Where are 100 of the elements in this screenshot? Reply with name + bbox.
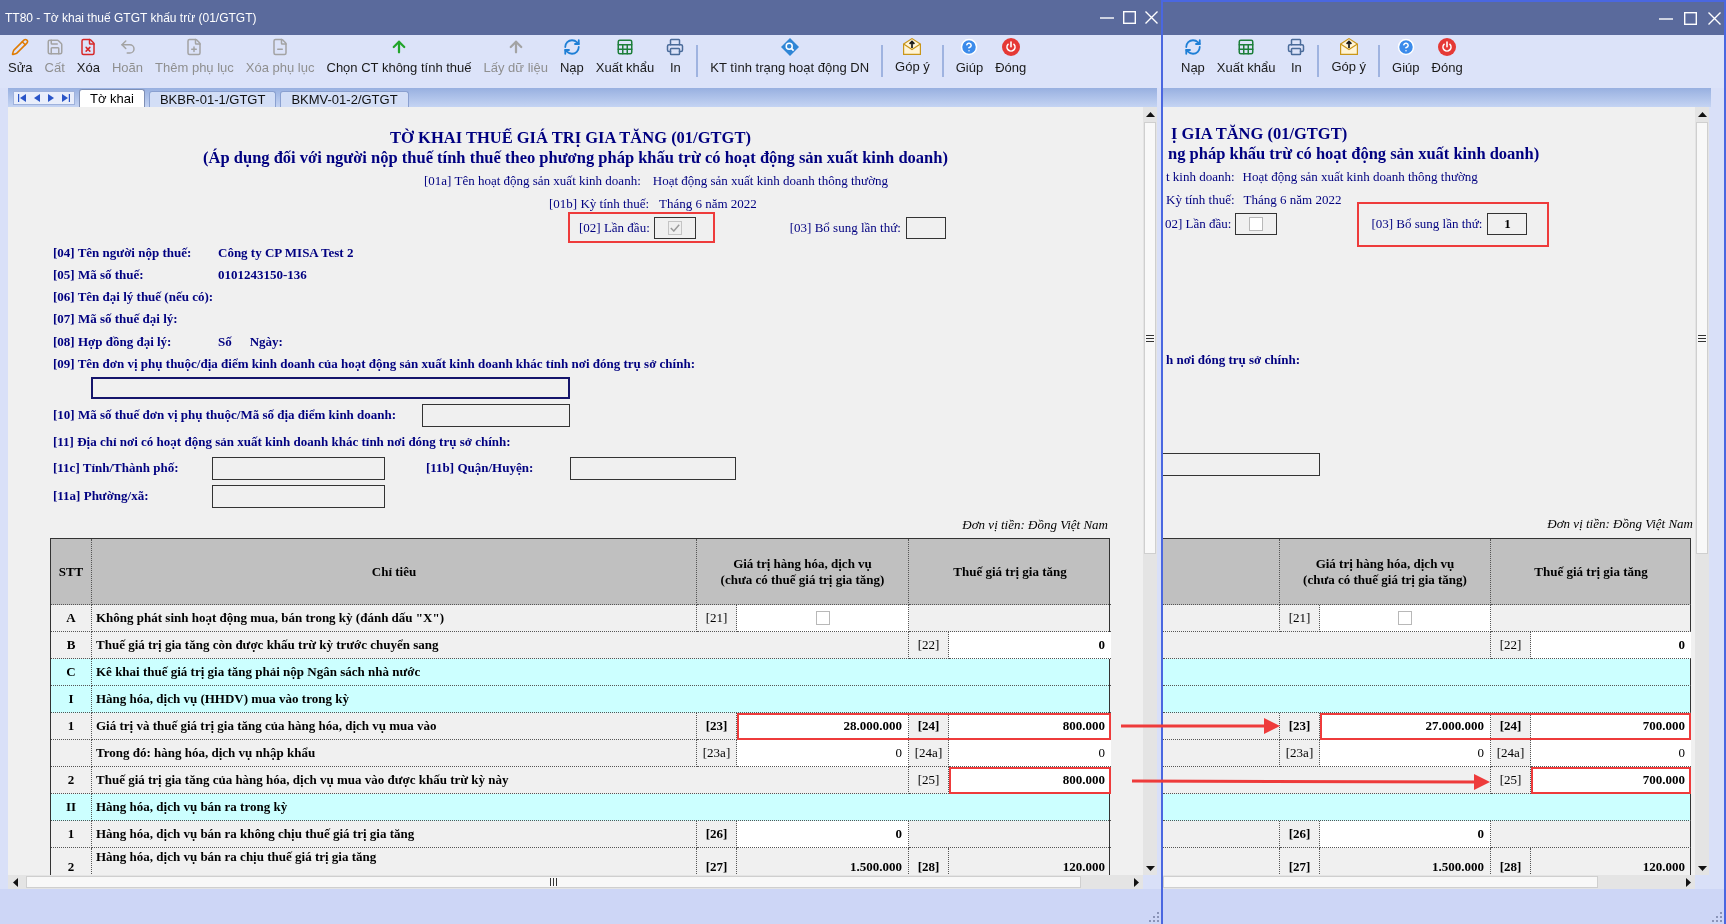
- help-icon: [960, 38, 979, 56]
- toolbar-button[interactable]: Góp ý: [1325, 35, 1373, 83]
- toolbar-button[interactable]: Góp ý: [889, 35, 936, 83]
- toolbar-button[interactable]: Giúp: [1386, 35, 1426, 83]
- input-field[interactable]: [91, 377, 570, 399]
- maximize-icon[interactable]: [1123, 11, 1136, 24]
- last-page-icon[interactable]: [62, 94, 70, 102]
- field-code: [27]: [705, 859, 728, 875]
- column-header: Chỉ tiêu: [371, 563, 417, 580]
- field-label: [11b] Quận/Huyện:: [426, 460, 534, 475]
- input-field[interactable]: [905, 217, 946, 239]
- toolbar-button[interactable]: Nạp: [1175, 35, 1211, 83]
- scrollbar-thumb[interactable]: [1696, 122, 1708, 554]
- scroll-right-icon[interactable]: [1133, 877, 1139, 887]
- horizontal-scrollbar[interactable]: [8, 875, 1143, 889]
- field-code: [26]: [705, 826, 728, 842]
- field-code: [25]: [1499, 772, 1522, 788]
- resize-grip-icon[interactable]: [1149, 912, 1159, 922]
- amount-field[interactable]: 0: [737, 821, 909, 848]
- vertical-scrollbar[interactable]: [1143, 107, 1157, 875]
- row-label: Hàng hóa, dịch vụ (HHDV) mua vào trong kỳ: [96, 691, 349, 707]
- toolbar-button[interactable]: Nạp: [553, 35, 590, 83]
- field-label: [09] Tên đơn vị phụ thuộc/địa điểm kinh doanh của hoạt động sản xuất kinh doanh khác tỉnh nơi đóng trụ sở chính:: [53, 356, 695, 372]
- column-header: STT: [58, 563, 84, 580]
- toolbar-button[interactable]: Xuất khẩu: [589, 35, 661, 83]
- toolbar-button[interactable]: In: [1281, 35, 1312, 83]
- undo-icon: [118, 38, 137, 56]
- diamond-magnifier-icon: [780, 38, 799, 56]
- tab[interactable]: Tờ khai: [79, 89, 145, 107]
- field-label: 02] Lần đầu:: [1165, 216, 1232, 232]
- field-label: [08] Hợp đồng đại lý:: [53, 333, 172, 349]
- toolbar-button[interactable]: Xuất khẩu: [1210, 35, 1282, 83]
- scrollbar-thumb[interactable]: [1144, 122, 1156, 554]
- row-number: 1: [67, 718, 75, 734]
- vertical-scrollbar[interactable]: [1695, 107, 1709, 875]
- toolbar-button[interactable]: Xóa: [70, 35, 106, 83]
- input-field[interactable]: [212, 456, 385, 480]
- scroll-up-icon[interactable]: [1145, 111, 1155, 117]
- amount-field[interactable]: 0: [949, 740, 1111, 767]
- scroll-down-icon[interactable]: [1697, 865, 1707, 871]
- scroll-right-icon[interactable]: [1685, 877, 1691, 887]
- field-label: [11a] Phường/xã:: [53, 488, 149, 503]
- previous-page-icon[interactable]: [34, 94, 40, 102]
- checkbox[interactable]: [815, 611, 830, 625]
- tab[interactable]: BKMV-01-2/GTGT: [280, 91, 409, 107]
- first-page-icon[interactable]: [18, 94, 26, 102]
- amount-value: 120.000: [1642, 859, 1685, 875]
- toolbar-button[interactable]: Giúp: [949, 35, 990, 83]
- amount-field[interactable]: 0: [1531, 632, 1691, 659]
- amount-field[interactable]: 0: [1320, 821, 1491, 848]
- scrollbar-thumb[interactable]: [1163, 876, 1598, 888]
- row-label: Kê khai thuế giá trị gia tăng phải nộp Ngân sách nhà nước: [96, 664, 421, 680]
- close-icon[interactable]: [1145, 11, 1158, 24]
- field-code: [24a]: [1496, 745, 1525, 761]
- input-field[interactable]: [570, 456, 736, 480]
- toolbar-button[interactable]: Sửa: [2, 35, 39, 83]
- window-title: TT80 - Tờ khai thuế GTGT khấu trừ (01/GTGT): [5, 9, 257, 27]
- amount-field[interactable]: 0: [1320, 740, 1491, 767]
- resize-grip-icon[interactable]: [1712, 912, 1722, 922]
- tab[interactable]: BKBR-01-1/GTGT: [148, 91, 277, 107]
- amount-value: 1.500.000: [1432, 859, 1484, 875]
- scrollbar-thumb[interactable]: [26, 876, 1081, 888]
- input-field[interactable]: [1163, 452, 1320, 476]
- toolbar-button[interactable]: In: [660, 35, 691, 83]
- scroll-left-icon[interactable]: [12, 877, 18, 887]
- field-value: Hoạt động sản xuất kinh doanh thông thường: [652, 172, 888, 189]
- toolbar-button[interactable]: KT tình trạng hoạt động DN: [704, 35, 876, 83]
- field-code: [23a]: [702, 745, 731, 761]
- toolbar-button[interactable]: Chọn CT không tính thuế: [320, 35, 478, 83]
- field-value: Công ty CP MISA Test 2: [218, 245, 354, 261]
- checkbox[interactable]: [1398, 611, 1412, 625]
- field-code: [22]: [917, 637, 940, 653]
- form-title: TỜ KHAI THUẾ GIÁ TRỊ GIA TĂNG (01/GTGT): [390, 128, 751, 148]
- scroll-up-icon[interactable]: [1697, 111, 1707, 117]
- input-field[interactable]: [422, 403, 570, 427]
- field-label: [03] Bổ sung lần thứ:: [789, 220, 901, 236]
- toolbar-button[interactable]: Đóng: [989, 35, 1033, 83]
- field-value: Tháng 6 năm 2022: [1243, 191, 1342, 208]
- input-field[interactable]: 1: [1487, 213, 1528, 235]
- field-label: [11] Địa chỉ nơi có hoạt động sản xuất kinh doanh khác tỉnh nơi đóng trụ sở chính:: [53, 433, 511, 450]
- toolbar-button[interactable]: Đóng: [1425, 35, 1469, 83]
- row-number: II: [65, 799, 77, 815]
- minimize-icon[interactable]: [1100, 16, 1114, 19]
- input-field[interactable]: [212, 484, 385, 508]
- amount-field[interactable]: 0: [949, 632, 1111, 659]
- close-icon[interactable]: [1708, 12, 1721, 25]
- maximize-icon[interactable]: [1684, 12, 1697, 25]
- minimize-icon[interactable]: [1659, 17, 1673, 20]
- scroll-down-icon[interactable]: [1145, 865, 1155, 871]
- row-label: Thuế giá trị gia tăng còn được khấu trừ kỳ trước chuyển sang: [96, 637, 439, 653]
- row-number: B: [66, 637, 76, 653]
- amount-field[interactable]: 0: [1531, 740, 1691, 767]
- field-code: [28]: [1499, 859, 1522, 875]
- amount-field[interactable]: 0: [737, 740, 909, 767]
- next-page-icon[interactable]: [48, 94, 54, 102]
- field-value: 0101243150-136: [218, 267, 307, 283]
- checkbox[interactable]: [1249, 217, 1264, 231]
- horizontal-scrollbar[interactable]: [1163, 875, 1695, 889]
- envelope-arrow-icon: [1339, 38, 1358, 55]
- form-subtitle: (Áp dụng đối với người nộp thuế tính thuế theo phương pháp khấu trừ có hoạt động sản xuất kinh doanh): [203, 148, 948, 168]
